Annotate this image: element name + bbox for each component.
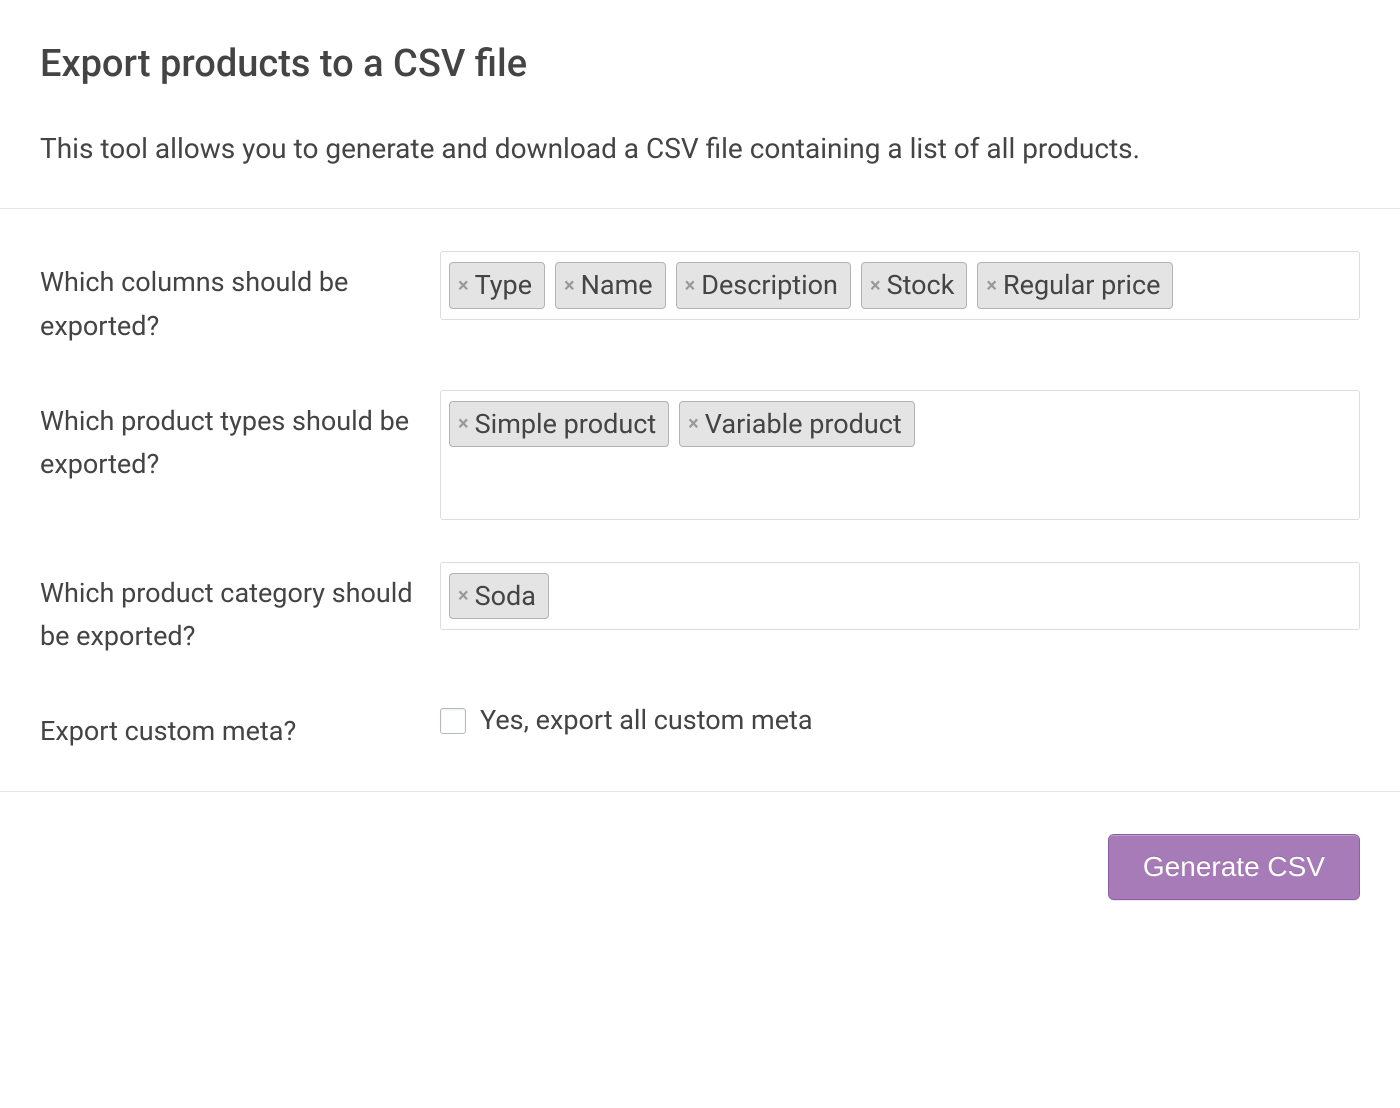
tag-label: Variable product bbox=[705, 406, 902, 442]
remove-icon[interactable]: × bbox=[685, 272, 696, 299]
tag-label: Simple product bbox=[475, 406, 657, 442]
tag-label: Stock bbox=[887, 267, 955, 303]
remove-icon[interactable]: × bbox=[458, 272, 469, 299]
remove-icon[interactable]: × bbox=[458, 582, 469, 609]
tag-label: Soda bbox=[475, 578, 536, 614]
footer-section: Generate CSV bbox=[0, 792, 1400, 946]
label-columns: Which columns should be exported? bbox=[40, 251, 440, 347]
tag-description: × Description bbox=[676, 262, 851, 308]
tag-label: Type bbox=[475, 267, 532, 303]
label-product-types: Which product types should be exported? bbox=[40, 390, 440, 486]
columns-multiselect[interactable]: × Type × Name × Description × Stock bbox=[440, 251, 1360, 319]
generate-csv-button[interactable]: Generate CSV bbox=[1108, 834, 1360, 900]
tag-label: Description bbox=[701, 267, 838, 303]
tag-variable-product: × Variable product bbox=[679, 401, 915, 447]
tag-label: Regular price bbox=[1003, 267, 1160, 303]
tag-name: × Name bbox=[555, 262, 666, 308]
row-columns: Which columns should be exported? × Type… bbox=[40, 251, 1360, 347]
remove-icon[interactable]: × bbox=[870, 272, 881, 299]
tag-soda: × Soda bbox=[449, 573, 549, 619]
header-section: Export products to a CSV file This tool … bbox=[0, 0, 1400, 208]
page-title: Export products to a CSV file bbox=[40, 38, 1360, 91]
custom-meta-checkbox-label[interactable]: Yes, export all custom meta bbox=[480, 702, 813, 740]
export-panel: Export products to a CSV file This tool … bbox=[0, 0, 1400, 946]
remove-icon[interactable]: × bbox=[688, 410, 699, 437]
tag-stock: × Stock bbox=[861, 262, 967, 308]
page-description: This tool allows you to generate and dow… bbox=[40, 129, 1360, 168]
label-custom-meta: Export custom meta? bbox=[40, 700, 440, 753]
row-product-types: Which product types should be exported? … bbox=[40, 390, 1360, 520]
custom-meta-checkbox[interactable] bbox=[440, 708, 466, 734]
tag-type: × Type bbox=[449, 262, 545, 308]
form-section: Which columns should be exported? × Type… bbox=[0, 208, 1400, 792]
remove-icon[interactable]: × bbox=[458, 410, 469, 437]
tag-simple-product: × Simple product bbox=[449, 401, 669, 447]
product-types-multiselect[interactable]: × Simple product × Variable product bbox=[440, 390, 1360, 520]
tag-label: Name bbox=[581, 267, 653, 303]
row-custom-meta: Export custom meta? Yes, export all cust… bbox=[40, 700, 1360, 753]
remove-icon[interactable]: × bbox=[986, 272, 997, 299]
tag-regular-price: × Regular price bbox=[977, 262, 1173, 308]
label-category: Which product category should be exporte… bbox=[40, 562, 440, 658]
row-category: Which product category should be exporte… bbox=[40, 562, 1360, 658]
remove-icon[interactable]: × bbox=[564, 272, 575, 299]
category-multiselect[interactable]: × Soda bbox=[440, 562, 1360, 630]
